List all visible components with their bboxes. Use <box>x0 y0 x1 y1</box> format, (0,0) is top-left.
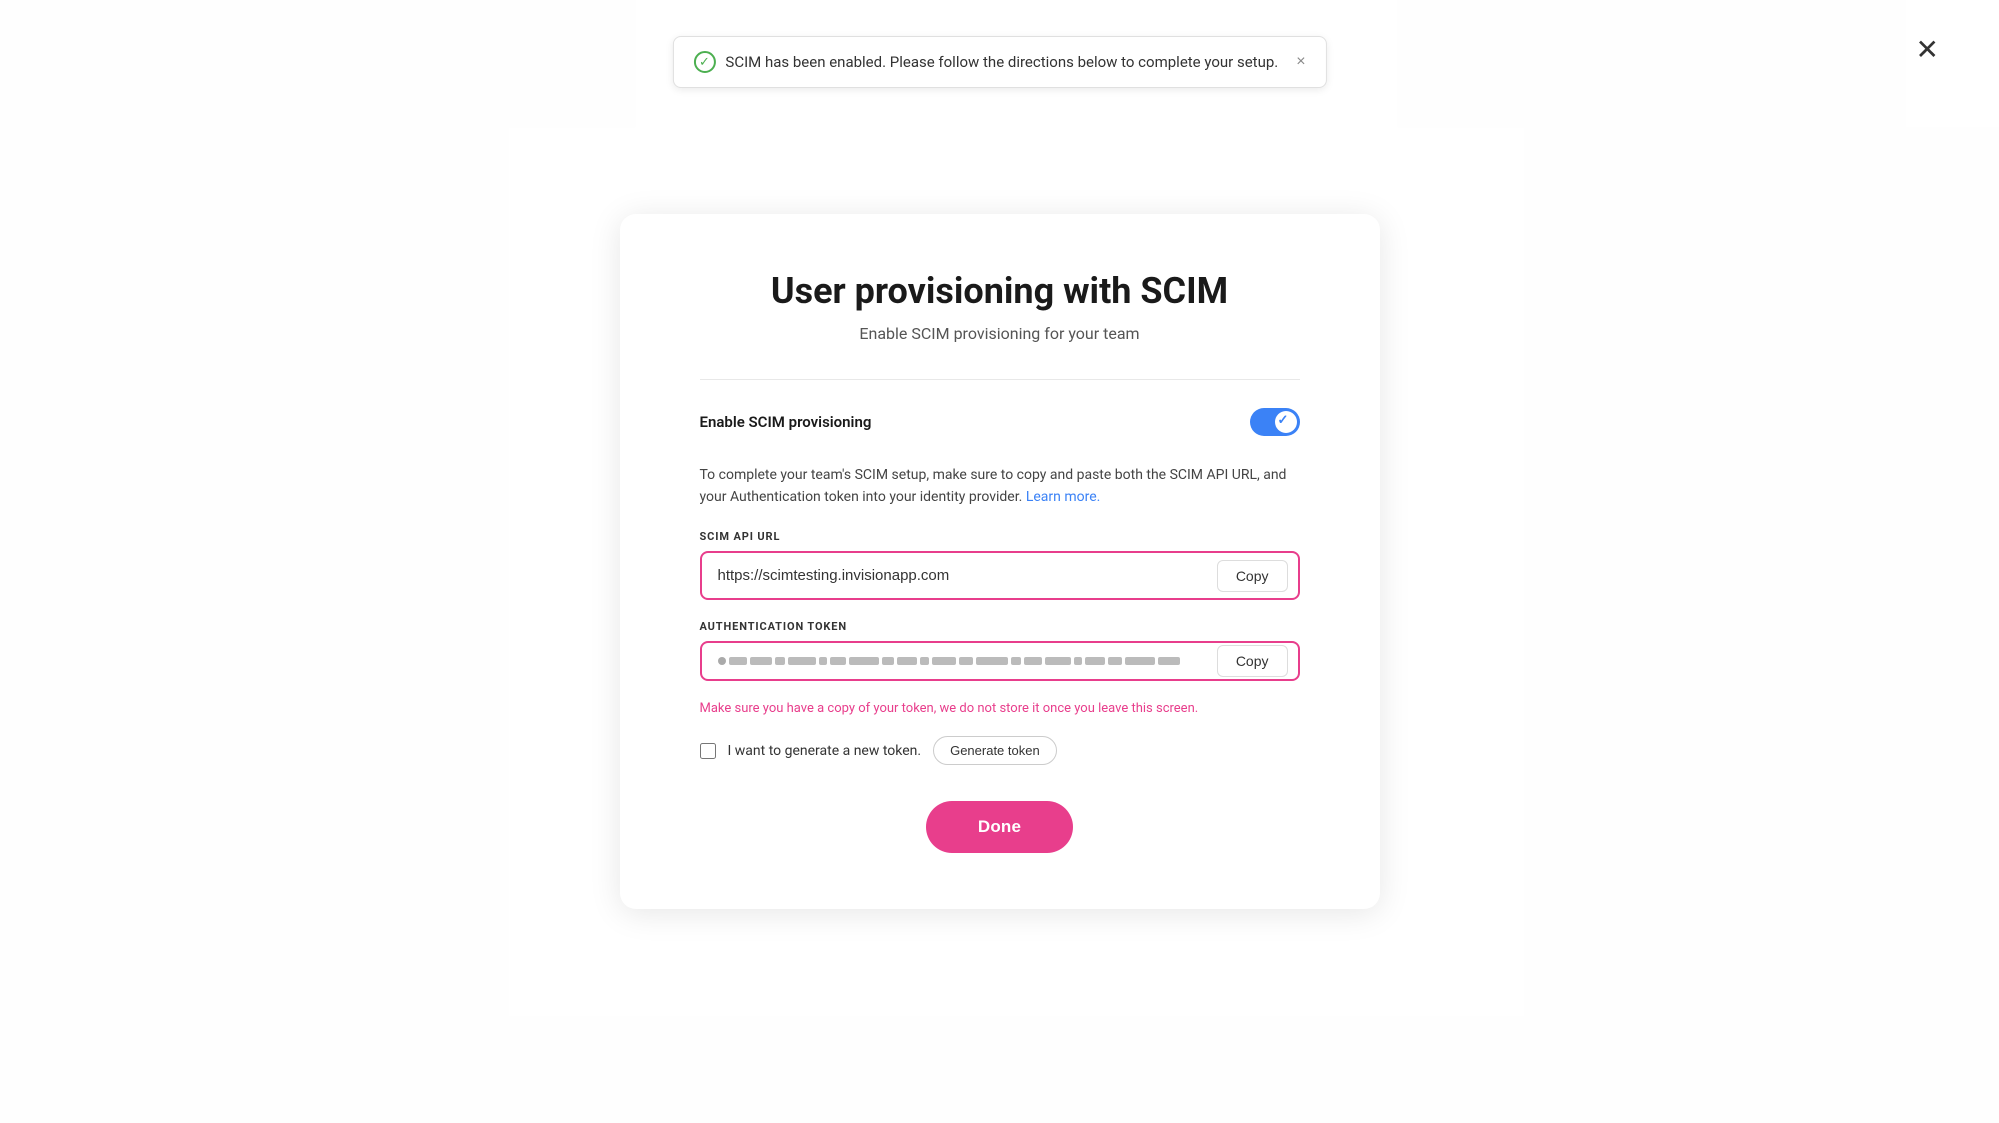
generate-token-checkbox[interactable] <box>700 743 716 759</box>
token-char <box>729 657 747 665</box>
scim-url-input[interactable] <box>702 553 1217 598</box>
generate-token-label: I want to generate a new token. <box>728 743 922 759</box>
scim-toggle[interactable]: ✓ <box>1250 408 1300 436</box>
token-char <box>1045 657 1071 665</box>
token-char <box>1085 657 1105 665</box>
modal-title: User provisioning with SCIM <box>700 270 1300 312</box>
token-char <box>830 657 846 665</box>
scim-url-copy-button[interactable]: Copy <box>1217 560 1288 592</box>
modal-subtitle: Enable SCIM provisioning for your team <box>700 324 1300 343</box>
toast-notification: ✓ SCIM has been enabled. Please follow t… <box>672 36 1326 88</box>
scim-url-field-container: Copy <box>700 551 1300 600</box>
toast-message: SCIM has been enabled. Please follow the… <box>725 53 1278 71</box>
learn-more-link[interactable]: Learn more. <box>1026 489 1101 505</box>
token-char <box>1108 657 1122 665</box>
generate-token-button[interactable]: Generate token <box>933 736 1057 765</box>
token-char <box>750 657 772 665</box>
token-char <box>1158 657 1180 665</box>
token-char <box>897 657 917 665</box>
done-button[interactable]: Done <box>926 801 1073 853</box>
token-char <box>959 657 973 665</box>
token-char <box>775 657 785 665</box>
token-char <box>920 657 929 665</box>
token-char <box>1024 657 1042 665</box>
token-warning-text: Make sure you have a copy of your token,… <box>700 701 1300 716</box>
scim-toggle-row: Enable SCIM provisioning ✓ <box>700 408 1300 436</box>
modal-close-button[interactable]: ✕ <box>1916 36 1939 64</box>
auth-token-field-container: Copy <box>700 641 1300 681</box>
toggle-label: Enable SCIM provisioning <box>700 413 872 431</box>
token-char <box>849 657 879 665</box>
toast-success-icon: ✓ <box>693 51 715 73</box>
token-char <box>976 657 1008 665</box>
auth-token-label: Authentication token <box>700 620 1300 633</box>
token-char <box>718 657 726 665</box>
toggle-slider <box>1250 408 1300 436</box>
modal-divider <box>700 379 1300 380</box>
auth-token-display <box>702 643 1217 679</box>
generate-token-row: I want to generate a new token. Generate… <box>700 736 1300 765</box>
description-text: To complete your team's SCIM setup, make… <box>700 464 1300 509</box>
token-char <box>1011 657 1021 665</box>
modal-overlay: ✕ ✓ SCIM has been enabled. Please follow… <box>0 0 1999 1123</box>
token-char <box>1074 657 1082 665</box>
modal-dialog: User provisioning with SCIM Enable SCIM … <box>620 214 1380 910</box>
toggle-check-icon: ✓ <box>1278 413 1289 428</box>
token-char <box>882 657 894 665</box>
token-char <box>932 657 956 665</box>
token-char <box>788 657 816 665</box>
scim-url-label: SCIM API URL <box>700 530 1300 543</box>
token-char <box>819 657 827 665</box>
token-char <box>1125 657 1155 665</box>
toast-close-button[interactable]: × <box>1296 53 1305 71</box>
auth-token-copy-button[interactable]: Copy <box>1217 645 1288 677</box>
